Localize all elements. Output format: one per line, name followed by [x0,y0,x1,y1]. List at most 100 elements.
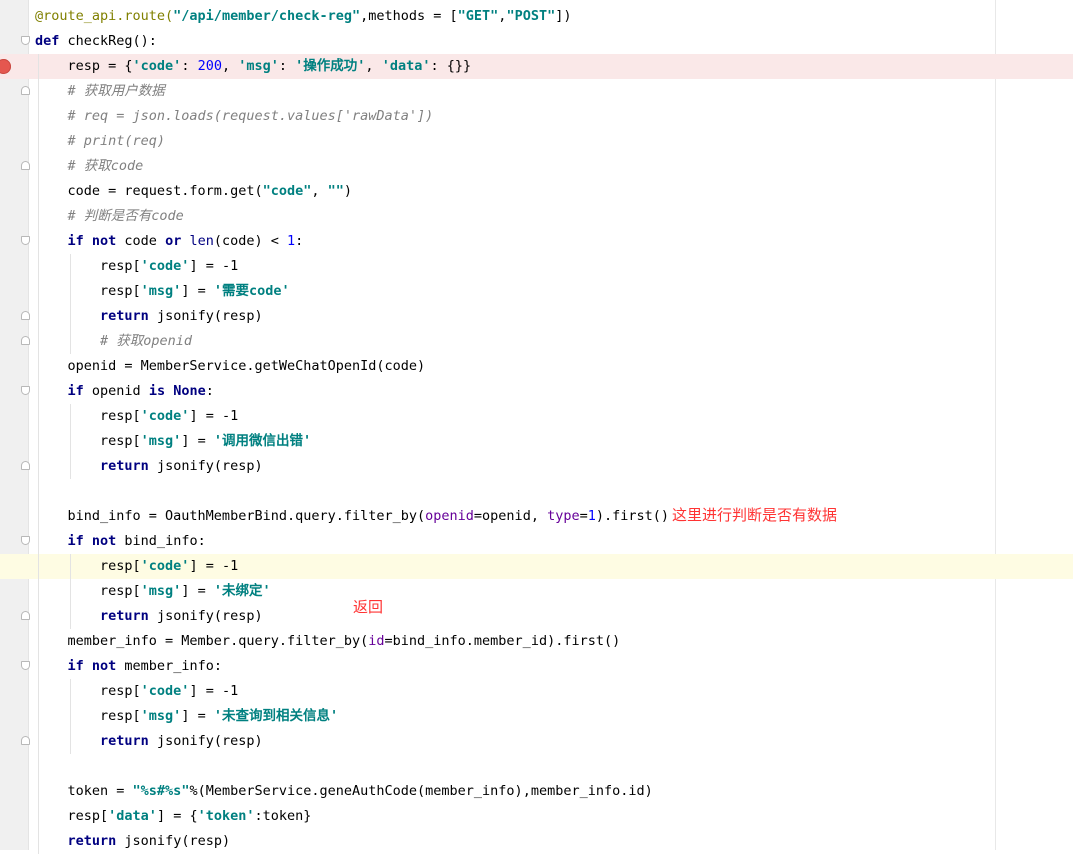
code-line[interactable]: resp['code'] = -1 [0,254,1073,279]
fold-collapse-icon[interactable] [21,161,30,170]
code-token: jsonify(resp) [116,833,231,849]
code-token: 'data' [381,58,431,74]
code-token: checkReg(): [59,33,157,49]
code-line[interactable]: # 获取openid [0,329,1073,354]
code-token: : [278,58,296,74]
code-line[interactable]: resp['msg'] = '需要code' [0,279,1073,304]
code-line-text: resp['msg'] = '未查询到相关信息' [35,704,338,729]
breakpoint-icon[interactable] [0,59,11,74]
code-token: "POST" [506,8,556,24]
code-line-text: resp = {'code': 200, 'msg': '操作成功', 'dat… [35,54,472,79]
code-token: resp[ [35,283,141,299]
code-line[interactable]: token = "%s#%s"%(MemberService.geneAuthC… [0,779,1073,804]
code-token: def [35,33,60,49]
code-line[interactable]: # 获取用户数据 [0,79,1073,104]
annotation-return-note: 返回 [353,598,384,616]
code-token: resp[ [35,683,141,699]
code-token: "%s#%s" [132,783,190,799]
code-line[interactable]: bind_info = OauthMemberBind.query.filter… [0,504,1073,529]
code-token: ] = { [156,808,198,824]
code-line[interactable]: code = request.form.get("code", "") [0,179,1073,204]
code-line[interactable]: if openid is None: [0,379,1073,404]
fold-expand-icon[interactable] [21,36,30,45]
code-line-text: if openid is None: [35,379,214,404]
code-editor[interactable]: @route_api.route("/api/member/check-reg"… [0,0,1073,854]
fold-expand-icon[interactable] [21,536,30,545]
code-token: "code" [262,183,312,199]
code-line[interactable]: resp['code'] = -1 [0,679,1073,704]
code-token: 'data' [108,808,157,824]
code-token: resp[ [35,433,141,449]
code-token: "" [327,183,344,199]
code-token: or [165,233,182,249]
code-token: 'code' [140,683,190,699]
code-line[interactable]: resp['msg'] = '未绑定' [0,579,1073,604]
code-line[interactable]: return jsonify(resp) [0,604,1073,629]
code-token: token = [35,783,133,799]
code-line[interactable]: resp['data'] = {'token':token} [0,804,1073,829]
indent-guide [70,554,71,629]
fold-collapse-icon[interactable] [21,611,30,620]
code-line[interactable]: resp['msg'] = '未查询到相关信息' [0,704,1073,729]
code-token: jsonify(resp) [148,458,263,474]
fold-collapse-icon[interactable] [21,311,30,320]
code-line[interactable]: return jsonify(resp) [0,304,1073,329]
fold-collapse-icon[interactable] [21,336,30,345]
code-line[interactable]: resp['code'] = -1 [0,554,1073,579]
fold-collapse-icon[interactable] [21,461,30,470]
code-line[interactable]: return jsonify(resp) [0,729,1073,754]
code-token: ).first() [595,508,670,524]
fold-collapse-icon[interactable] [21,736,30,745]
code-token: :token} [254,808,312,824]
code-line[interactable]: @route_api.route("/api/member/check-reg"… [0,4,1073,29]
code-line-text: resp['msg'] = '调用微信出错' [35,429,311,454]
code-token: 'msg' [140,283,182,299]
code-token: resp[ [35,708,141,724]
code-token: 'code' [140,558,190,574]
code-token: 'code' [140,408,190,424]
code-token: return [100,458,149,474]
code-token: if not [67,233,117,249]
code-token: # 获取用户数据 [35,83,165,99]
code-token: bind_info = OauthMemberBind.query.filter… [35,508,426,524]
code-line-text: resp['code'] = -1 [35,679,238,704]
fold-expand-icon[interactable] [21,661,30,670]
fold-expand-icon[interactable] [21,386,30,395]
code-token: if [67,383,84,399]
code-token: resp[ [35,583,141,599]
code-line[interactable] [0,479,1073,504]
code-line[interactable] [0,754,1073,779]
code-token: # 判断是否有code [35,208,184,224]
code-line[interactable]: resp['code'] = -1 [0,404,1073,429]
code-line[interactable]: openid = MemberService.getWeChatOpenId(c… [0,354,1073,379]
code-line[interactable]: if not bind_info: [0,529,1073,554]
code-token: 'msg' [140,708,182,724]
code-line[interactable]: resp = {'code': 200, 'msg': '操作成功', 'dat… [0,54,1073,79]
code-token: jsonify(resp) [148,308,263,324]
code-token: ] = -1 [189,408,239,424]
code-line-text: member_info = Member.query.filter_by(id=… [35,629,621,654]
code-line-text: if not code or len(code) < 1: [35,229,304,254]
code-line[interactable]: resp['msg'] = '调用微信出错' [0,429,1073,454]
code-token: resp[ [35,558,141,574]
code-line[interactable]: member_info = Member.query.filter_by(id=… [0,629,1073,654]
code-line-text: resp['msg'] = '需要code' [35,279,290,304]
fold-collapse-icon[interactable] [21,86,30,95]
code-line[interactable]: # print(req) [0,129,1073,154]
code-line[interactable]: # req = json.loads(request.values['rawDa… [0,104,1073,129]
code-line[interactable]: # 获取code [0,154,1073,179]
code-line[interactable]: # 判断是否有code [0,204,1073,229]
fold-expand-icon[interactable] [21,236,30,245]
code-token: # 获取code [35,158,144,174]
code-line[interactable]: return jsonify(resp) [0,829,1073,854]
code-line-text: code = request.form.get("code", "") [35,179,353,204]
code-line[interactable]: if not code or len(code) < 1: [0,229,1073,254]
code-line[interactable]: return jsonify(resp) [0,454,1073,479]
code-token: ] = [181,708,214,724]
code-line[interactable]: if not member_info: [0,654,1073,679]
code-line[interactable]: def checkReg(): [0,29,1073,54]
